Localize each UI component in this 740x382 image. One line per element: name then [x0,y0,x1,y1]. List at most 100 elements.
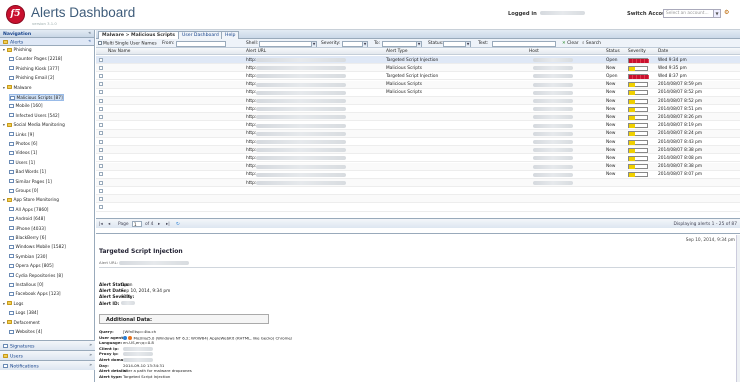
col-nav-name[interactable]: Nav Name [108,49,130,54]
table-row[interactable] [96,204,740,212]
status-select[interactable]: ▼ [443,40,471,47]
tree-item[interactable]: Users [1] [9,160,35,167]
tree-folder[interactable]: ▾ Phishing [3,47,32,54]
row-checkbox[interactable] [99,73,103,78]
table-row[interactable]: http: Malicious Scripts New 2014/08/07 8:52… [96,89,740,97]
clear-button[interactable]: ✕ Clear [562,41,579,46]
first-page-icon[interactable]: |◂ [99,222,103,227]
row-checkbox[interactable] [99,90,103,95]
collapse-icon[interactable]: « [88,39,91,44]
multi-user-toggle[interactable]: Multi Single User Names [98,41,157,47]
row-checkbox[interactable] [99,98,103,103]
tree-item[interactable]: Phishing Email [2] [9,75,54,82]
tree-folder[interactable]: ▾ Defacement [3,320,40,327]
col-status[interactable]: Status [606,49,620,54]
tree-item[interactable]: Phishing Kiosk [377] [9,66,59,73]
expand-icon[interactable]: » [89,363,92,368]
detail-scrollbar[interactable] [736,235,740,382]
tree-item[interactable]: Logs [384] [9,310,38,317]
tree-item[interactable]: Windows Mobile [1582] [9,244,66,251]
table-row[interactable]: http: Malicious Scripts New Wed 9:35 pm [96,64,740,73]
row-checkbox[interactable] [99,65,103,70]
tree-item[interactable]: Symbian [230] [9,254,47,261]
tree-item[interactable]: Cydia Repositories [8] [9,273,63,280]
tree-folder[interactable]: ▾ App Store Monitoring [3,197,59,204]
tree-item[interactable]: Opera Apps [805] [9,263,54,270]
tree-item[interactable]: Websites [4] [9,329,42,336]
tree-item[interactable]: Android [648] [9,216,45,223]
tree-item[interactable]: Infected Users [542] [9,113,59,120]
row-checkbox[interactable] [99,57,103,62]
chevron-down-icon[interactable]: ▼ [713,10,720,17]
next-page-icon[interactable]: ▸ [158,222,160,227]
to-input[interactable]: ▼ [382,40,422,47]
text-input[interactable] [492,40,556,47]
row-checkbox[interactable] [99,131,103,136]
expand-icon[interactable]: » [89,353,92,358]
table-row[interactable]: http: New 2014/08/07 8:07 pm [96,171,740,179]
col-alert-type[interactable]: Alert Type [386,49,407,54]
notifications-panel[interactable]: Notifications » [0,360,95,370]
alerts-node[interactable]: Alerts « [0,38,94,46]
tree-item[interactable]: Photos [6] [9,141,37,148]
row-checkbox[interactable] [99,164,103,169]
table-row[interactable] [96,195,740,204]
tree-item[interactable]: All Apps [7860] [9,207,48,214]
table-row[interactable]: http: New 2014/08/07 8:24 pm [96,129,740,138]
row-checkbox[interactable] [99,82,103,87]
collapse-icon[interactable]: « [88,31,91,36]
table-row[interactable]: http: Malicious Scripts New 2014/08/07 8:59… [96,80,740,89]
last-page-icon[interactable]: ▸| [166,222,170,227]
switch-account-select[interactable]: Select an account... ▼ [663,9,721,18]
table-row[interactable]: http: New 2014/08/07 8:26 pm [96,113,740,122]
tree-folder[interactable]: ▾ Malware [3,85,32,92]
row-checkbox[interactable] [99,188,103,193]
expand-icon[interactable]: » [89,343,92,348]
row-checkbox[interactable] [99,180,103,185]
tree-folder[interactable]: ▾ Social Media Monitoring [3,122,65,129]
severity-select[interactable]: ▼ [342,40,368,47]
tree-item[interactable]: Mobile [160] [9,103,43,110]
tree-item[interactable]: Installous [0] [9,282,43,289]
col-host[interactable]: Host [529,49,539,54]
tree-item[interactable]: iPhone [4033] [9,226,46,233]
col-severity[interactable]: Severity [628,49,646,54]
shell-select[interactable]: ▼ [259,40,317,47]
table-row[interactable]: http: [96,179,740,187]
prev-page-icon[interactable]: ◂ [108,222,110,227]
col-date[interactable]: Date [658,49,668,54]
row-checkbox[interactable] [99,114,103,119]
tab-help[interactable]: Help [221,31,240,39]
table-row[interactable]: http: Targeted Script Injection Open Wed 9:… [96,56,740,64]
search-button[interactable]: ⌕ Search [582,41,601,46]
tree-item[interactable]: Groups [0] [9,188,38,195]
tree-item[interactable]: Links [9] [9,132,34,139]
table-row[interactable]: http: New 2014/08/07 8:19 pm [96,122,740,130]
tree-item[interactable]: Videos [1] [9,150,37,157]
table-row[interactable]: http: New 2014/08/07 8:51 pm [96,105,740,114]
tree-item[interactable]: Similar Pages [1] [9,179,52,186]
refresh-icon[interactable]: ↻ [176,222,180,227]
row-checkbox[interactable] [99,155,103,160]
table-row[interactable]: http: New 2014/08/07 8:43 pm [96,138,740,146]
tree-item[interactable]: Bad Words [1] [9,169,46,176]
row-checkbox[interactable] [99,139,103,144]
table-row[interactable] [96,187,740,196]
tree-item[interactable]: Malicious Scripts [87] [9,94,64,101]
table-row[interactable]: http: New 2014/08/07 8:52 pm [96,97,740,105]
row-checkbox[interactable] [99,196,103,201]
row-checkbox[interactable] [99,172,103,177]
go-icon[interactable]: ⚙ [724,9,732,18]
row-checkbox[interactable] [99,147,103,152]
from-input[interactable] [176,40,226,47]
row-checkbox[interactable] [99,123,103,128]
tree-folder[interactable]: ▾ Logs [3,301,23,308]
table-row[interactable]: http: New 2014/08/07 8:08 pm [96,154,740,163]
users-panel[interactable]: Users » [0,350,95,360]
table-row[interactable]: http: New 2014/08/07 8:38 pm [96,146,740,155]
tab-malicious-scripts[interactable]: Malware > Malicious Scripts [98,31,179,39]
tree-item[interactable]: Facebook Apps [123] [9,291,61,298]
table-row[interactable]: http: New 2014/08/07 8:38 pm [96,162,740,171]
page-input[interactable]: 1 [132,221,142,227]
row-checkbox[interactable] [99,106,103,111]
